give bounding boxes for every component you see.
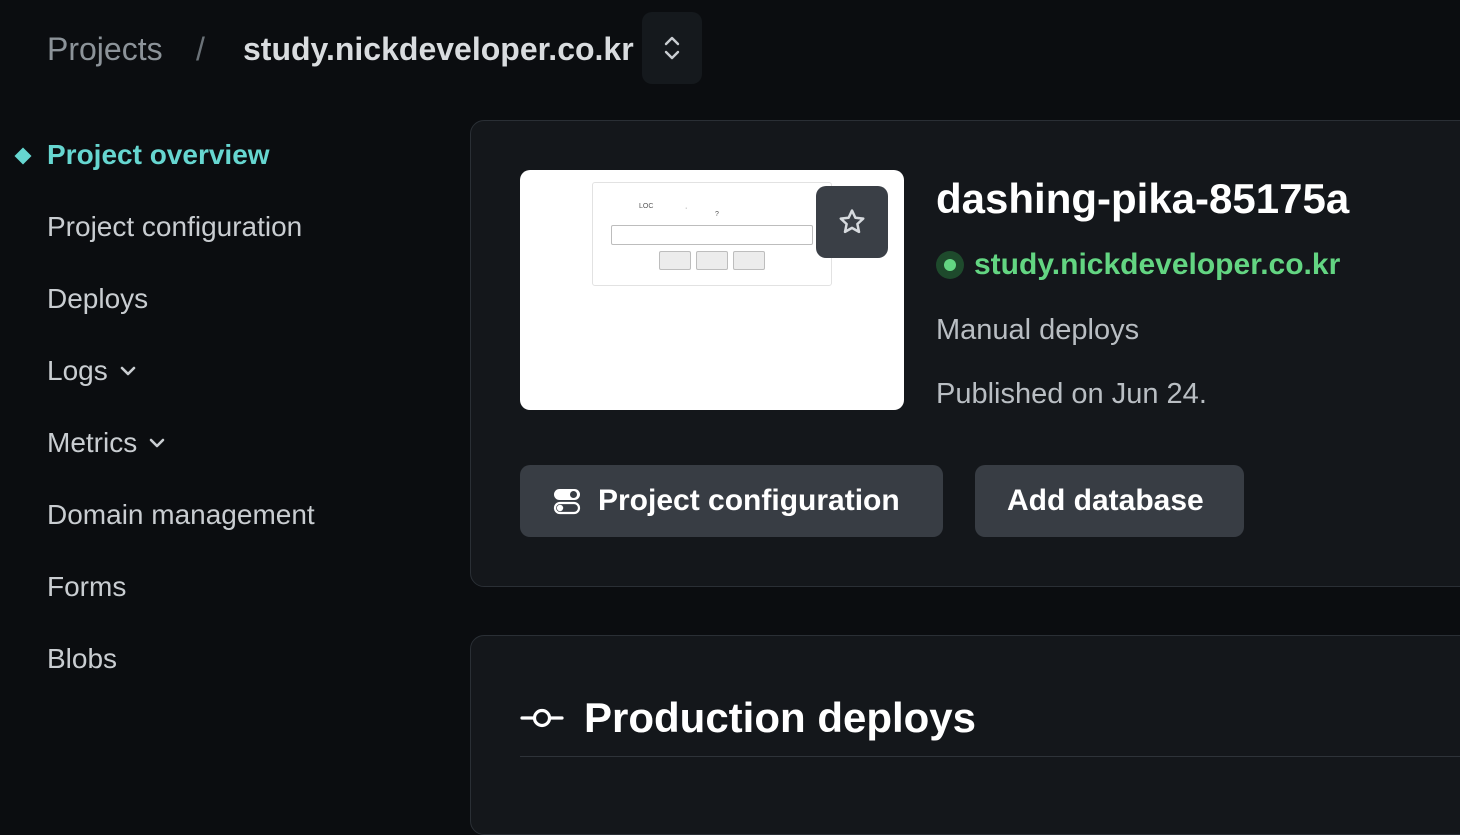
sidebar-item-label: Domain management	[47, 499, 315, 530]
commit-icon	[520, 708, 564, 728]
sidebar-item-logs[interactable]: Logs	[47, 354, 136, 388]
project-configuration-button[interactable]: Project configuration	[520, 465, 943, 537]
sidebar-item-project-configuration[interactable]: Project configuration	[47, 210, 302, 244]
thumbnail-input	[611, 225, 813, 245]
sidebar-item-label: Project overview	[47, 139, 270, 170]
active-indicator-icon	[14, 147, 32, 165]
thumbnail-text: ?	[715, 211, 719, 218]
add-database-button-label: Add database	[1007, 484, 1204, 517]
production-deploys-header: Production deploys	[520, 690, 976, 746]
chevron-down-icon	[149, 438, 165, 448]
sidebar-item-project-overview[interactable]: Project overview	[47, 138, 270, 172]
published-date-text: Published on Jun 24.	[936, 378, 1207, 410]
breadcrumb-projects-link[interactable]: Projects	[47, 30, 163, 68]
site-url-text: study.nickdeveloper.co.kr	[974, 248, 1341, 281]
sidebar-item-label: Metrics	[47, 427, 138, 458]
breadcrumb-separator: /	[196, 31, 205, 67]
site-url-link[interactable]: study.nickdeveloper.co.kr	[936, 246, 1340, 284]
toggles-icon	[553, 489, 581, 515]
sidebar-item-label: Blobs	[47, 643, 118, 674]
chevron-down-icon	[120, 366, 136, 376]
site-name-heading: dashing-pika-85175a	[936, 175, 1350, 222]
thumbnail-button	[659, 251, 691, 270]
thumbnail-button	[733, 251, 765, 270]
thumbnail-button	[696, 251, 728, 270]
add-database-button[interactable]: Add database	[975, 465, 1244, 537]
deploy-mode-text: Manual deploys	[936, 314, 1140, 346]
favorite-button[interactable]	[816, 186, 888, 258]
section-divider	[520, 756, 1460, 757]
sidebar-item-label: Forms	[47, 571, 127, 602]
project-configuration-button-label: Project configuration	[598, 484, 900, 517]
chevron-up-down-icon	[664, 36, 680, 60]
star-icon	[839, 209, 865, 234]
sidebar-item-label: Logs	[47, 355, 108, 386]
thumbnail-text: ·	[685, 205, 688, 212]
sidebar-item-label: Deploys	[47, 283, 149, 314]
production-deploys-title: Production deploys	[584, 694, 977, 741]
sidebar-item-deploys[interactable]: Deploys	[47, 282, 148, 316]
thumbnail-text: LOC	[639, 203, 654, 210]
breadcrumb: Projects / study.nickdeveloper.co.kr	[0, 0, 1460, 100]
thumbnail-preview-frame: LOC · ?	[592, 182, 832, 286]
sidebar-item-label: Project configuration	[47, 211, 303, 242]
sidebar-item-forms[interactable]: Forms	[47, 570, 126, 604]
breadcrumb-current-project[interactable]: study.nickdeveloper.co.kr	[243, 30, 634, 68]
project-switcher-button[interactable]	[642, 12, 702, 84]
live-status-icon	[936, 251, 964, 279]
sidebar-item-blobs[interactable]: Blobs	[47, 642, 117, 676]
sidebar-item-metrics[interactable]: Metrics	[47, 426, 165, 460]
sidebar-item-domain-management[interactable]: Domain management	[47, 498, 315, 532]
